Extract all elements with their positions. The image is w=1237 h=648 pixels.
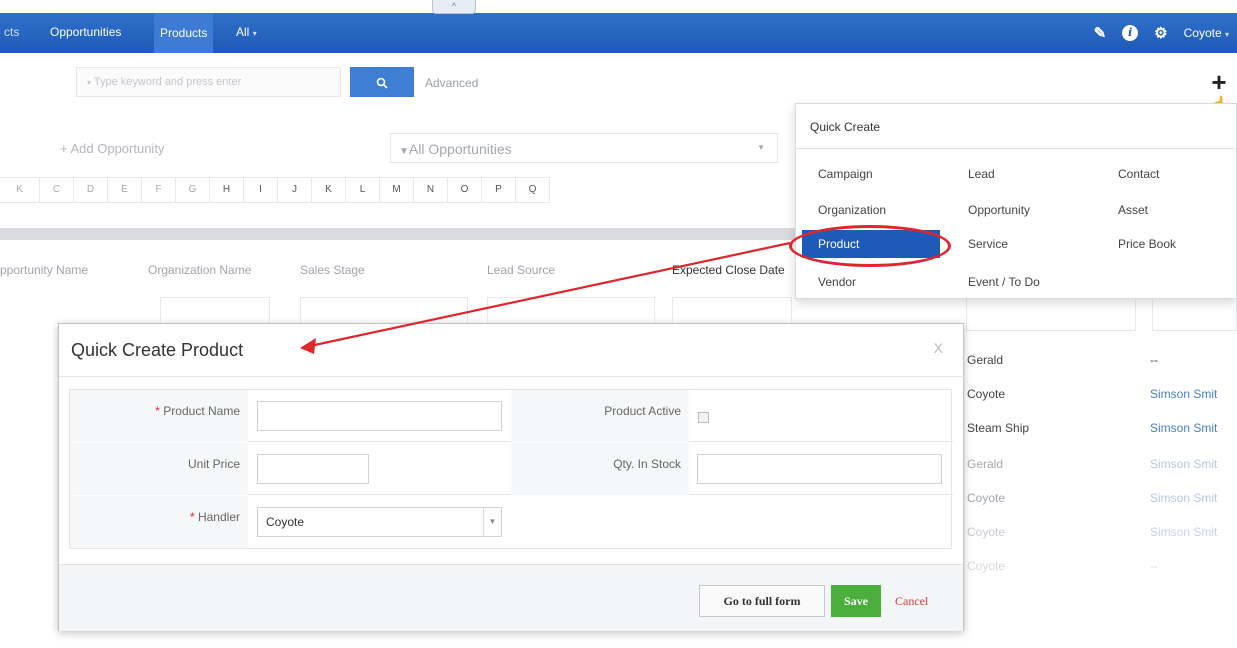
quick-create-menu: Quick Create Campaign Lead Contact Organ… [795, 103, 1237, 299]
unit-price-input[interactable] [257, 454, 369, 484]
divider [796, 148, 1237, 149]
user-menu[interactable]: Coyote ▾ [1184, 26, 1229, 40]
divider [59, 376, 965, 377]
table-cell-owner: Coyote [967, 525, 1006, 539]
alpha-letter[interactable]: E [108, 177, 142, 203]
table-cell-contact: -- [1150, 353, 1158, 367]
alpha-letter[interactable]: P [482, 177, 516, 203]
modal-footer: Go to full form Save Cancel [59, 564, 963, 631]
chevron-down-icon: ▼ [483, 508, 501, 536]
cancel-link[interactable]: Cancel [895, 594, 928, 609]
nav-right-group: ✎ i ⚙ Coyote ▾ [1094, 13, 1229, 53]
quick-create-opportunity[interactable]: Opportunity [960, 196, 1038, 224]
alpha-letter[interactable]: I [244, 177, 278, 203]
handler-label: * Handler [70, 496, 248, 548]
alpha-letter[interactable]: H [210, 177, 244, 203]
gear-icon[interactable]: ⚙ [1154, 24, 1167, 42]
nav-item-contacts[interactable]: cts [4, 25, 19, 39]
table-cell-contact-link[interactable]: Simson Smit [1150, 525, 1217, 539]
form-row: * Handler Coyote ▼ [70, 496, 953, 548]
product-name-input[interactable] [257, 401, 502, 431]
close-icon[interactable]: X [934, 340, 943, 356]
product-form: * Product Name Product Active Unit Price… [69, 389, 953, 549]
column-filter-input[interactable] [1152, 297, 1237, 331]
advanced-search-link[interactable]: Advanced [425, 76, 478, 90]
quick-create-product-modal: Quick Create Product X * Product Name Pr… [58, 323, 965, 631]
search-button[interactable] [350, 67, 414, 97]
handler-select[interactable]: Coyote ▼ [257, 507, 502, 537]
unit-price-label: Unit Price [70, 443, 248, 495]
alphabet-filter: K C D E F G H I J K L M N O P Q [0, 177, 550, 203]
column-header-opportunity-name[interactable]: pportunity Name [0, 263, 88, 277]
table-cell-owner: Gerald [967, 457, 1004, 471]
top-navbar: cts Opportunities Products All ▾ ✎ i ⚙ C… [0, 13, 1237, 53]
alpha-letter[interactable]: K [312, 177, 346, 203]
quick-create-organization[interactable]: Organization [810, 196, 894, 224]
search-input[interactable]: ▾ Type keyword and press enter [76, 67, 341, 97]
table-cell-owner: Coyote [967, 559, 1006, 573]
table-cell-owner: Coyote [967, 491, 1006, 505]
table-cell-contact: -- [1150, 559, 1158, 573]
alpha-letter[interactable]: F [142, 177, 176, 203]
column-header-expected-close-date[interactable]: Expected Close Date [672, 263, 785, 277]
quick-create-event-todo[interactable]: Event / To Do [960, 268, 1048, 296]
nav-item-all[interactable]: All ▾ [236, 25, 257, 39]
alpha-letter[interactable]: C [40, 177, 74, 203]
alpha-letter[interactable]: M [380, 177, 414, 203]
table-cell-owner: Coyote [967, 387, 1006, 401]
alpha-letter[interactable]: L [346, 177, 380, 203]
divider-band [0, 228, 800, 240]
table-cell-owner: Gerald [967, 353, 1004, 367]
qty-in-stock-label: Qty. In Stock [511, 443, 689, 495]
quick-create-contact[interactable]: Contact [1110, 160, 1167, 188]
modal-title: Quick Create Product [71, 340, 244, 360]
quick-create-title: Quick Create [810, 120, 881, 134]
quick-create-price-book[interactable]: Price Book [1110, 230, 1184, 258]
product-active-checkbox[interactable] [698, 412, 709, 423]
column-header-organization-name[interactable]: Organization Name [148, 263, 251, 277]
qty-in-stock-input[interactable] [697, 454, 942, 484]
alpha-letter[interactable]: J [278, 177, 312, 203]
column-filter-input[interactable] [966, 297, 1136, 331]
form-row: Unit Price Qty. In Stock [70, 443, 953, 495]
product-name-label: * Product Name [70, 390, 248, 442]
search-icon [376, 77, 388, 89]
column-header-sales-stage[interactable]: Sales Stage [300, 263, 365, 277]
quick-create-service[interactable]: Service [960, 230, 1016, 258]
quick-create-lead[interactable]: Lead [960, 160, 1003, 188]
go-to-full-form-button[interactable]: Go to full form [699, 585, 825, 617]
highlight-ellipse [789, 225, 951, 267]
table-cell-contact-link[interactable]: Simson Smit [1150, 421, 1217, 435]
chevron-down-icon: ▼ [757, 143, 765, 152]
form-row: * Product Name Product Active [70, 390, 953, 442]
product-active-label: Product Active [511, 390, 689, 442]
nav-item-products[interactable]: Products [154, 13, 214, 53]
save-button[interactable]: Save [831, 585, 881, 617]
quick-create-asset[interactable]: Asset [1110, 196, 1156, 224]
table-cell-contact-link[interactable]: Simson Smit [1150, 491, 1217, 505]
column-header-lead-source[interactable]: Lead Source [487, 263, 555, 277]
table-cell-contact-link[interactable]: Simson Smit [1150, 387, 1217, 401]
app-window: cts Opportunities Products All ▾ ✎ i ⚙ C… [0, 0, 1237, 648]
alpha-letter[interactable]: D [74, 177, 108, 203]
info-icon[interactable]: i [1122, 25, 1139, 41]
table-cell-owner: Steam Ship [967, 421, 1030, 435]
quick-create-plus-icon[interactable]: + [1207, 69, 1231, 95]
alpha-letter[interactable]: N [414, 177, 448, 203]
table-cell-contact-link[interactable]: Simson Smit [1150, 457, 1217, 471]
nav-item-opportunities[interactable]: Opportunities [50, 25, 121, 39]
alpha-letter[interactable]: G [176, 177, 210, 203]
quick-create-vendor[interactable]: Vendor [810, 268, 864, 296]
alpha-letter[interactable]: K [0, 177, 40, 203]
add-opportunity-button[interactable]: + Add Opportunity [60, 141, 164, 156]
filter-select[interactable]: ▼All Opportunities ▼ [390, 133, 778, 163]
alpha-letter[interactable]: O [448, 177, 482, 203]
quick-create-campaign[interactable]: Campaign [810, 160, 881, 188]
alpha-letter[interactable]: Q [516, 177, 550, 203]
collapse-header-tab[interactable]: ^ [432, 0, 476, 14]
pencil-icon[interactable]: ✎ [1094, 24, 1107, 42]
